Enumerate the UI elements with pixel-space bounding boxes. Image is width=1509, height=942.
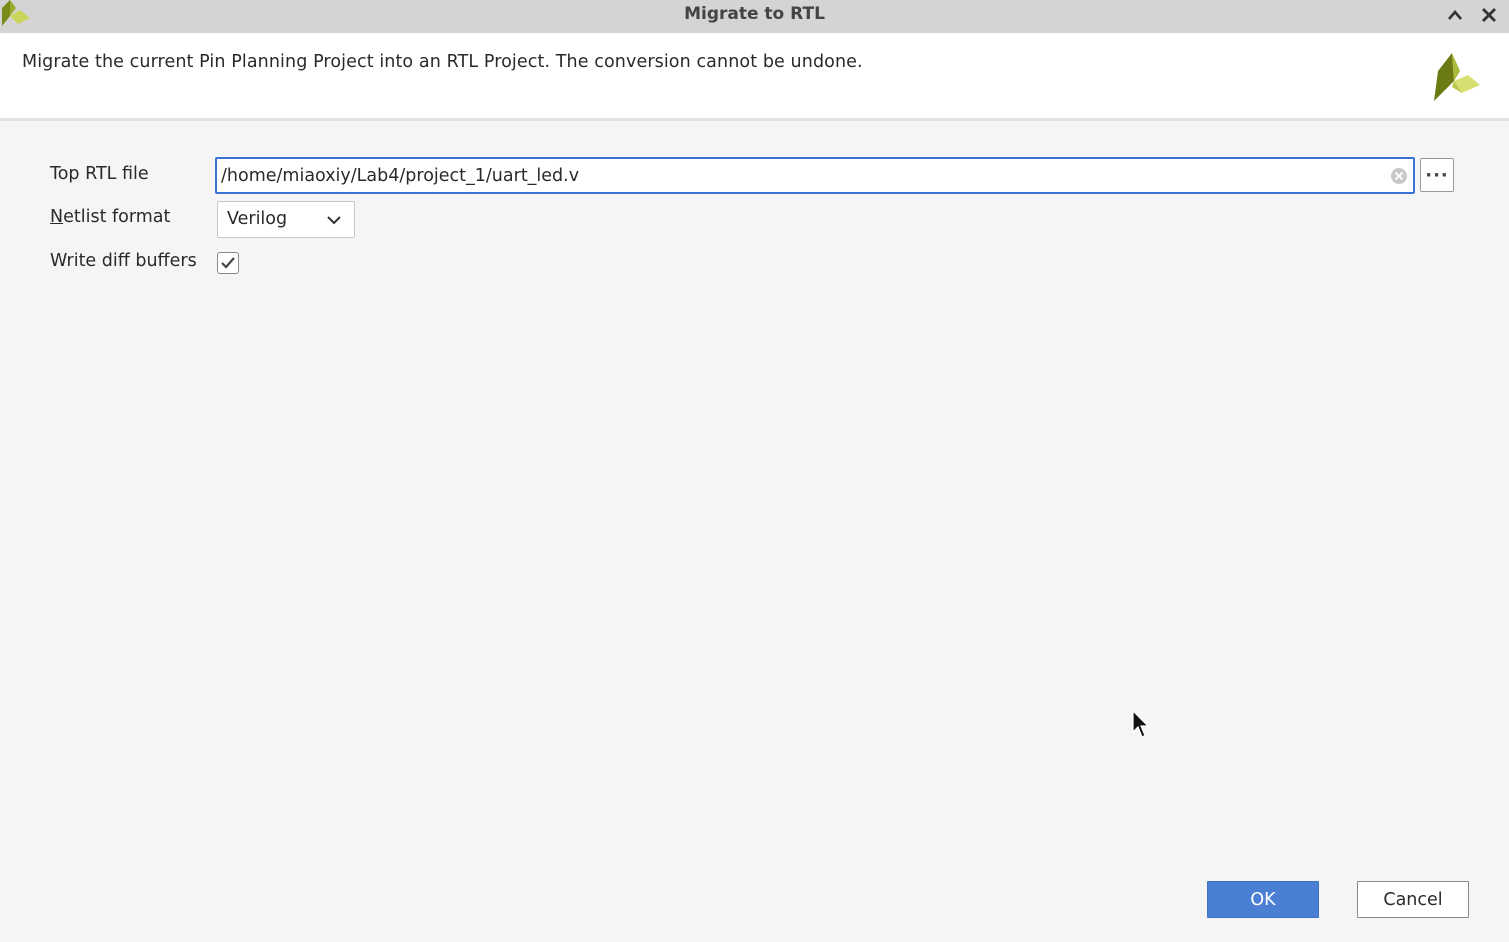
netlist-format-label-rest: etlist format [63,207,171,227]
top-rtl-file-input[interactable] [221,159,1391,192]
window-title: Migrate to RTL [684,4,825,24]
collapse-button[interactable] [1444,4,1466,26]
clear-icon[interactable] [1390,167,1408,185]
vivado-logo-icon [1434,53,1480,101]
netlist-format-label: Netlist format [50,207,170,227]
top-rtl-file-label: Top RTL file [50,164,149,184]
ok-button[interactable]: OK [1207,881,1319,918]
write-diff-buffers-checkbox[interactable] [217,252,239,274]
header-banner: Migrate the current Pin Planning Project… [0,33,1509,121]
close-icon [1482,8,1496,22]
netlist-format-select[interactable]: Verilog [217,201,355,238]
browse-button[interactable]: ··· [1420,158,1454,192]
dialog-description: Migrate the current Pin Planning Project… [22,52,863,72]
migrate-to-rtl-dialog: Migrate to RTL Migrate the current Pin P… [0,0,1509,942]
netlist-format-mnemonic: N [50,207,64,227]
cancel-button[interactable]: Cancel [1357,881,1469,918]
mouse-cursor-icon [1132,710,1149,738]
chevron-up-icon [1448,10,1462,20]
title-bar: Migrate to RTL [0,0,1509,33]
write-diff-buffers-label: Write diff buffers [50,251,197,271]
top-rtl-file-field [215,157,1415,194]
netlist-format-value: Verilog [227,209,288,229]
chevron-down-icon [327,216,341,225]
checkmark-icon [221,257,235,269]
close-button[interactable] [1478,4,1500,26]
